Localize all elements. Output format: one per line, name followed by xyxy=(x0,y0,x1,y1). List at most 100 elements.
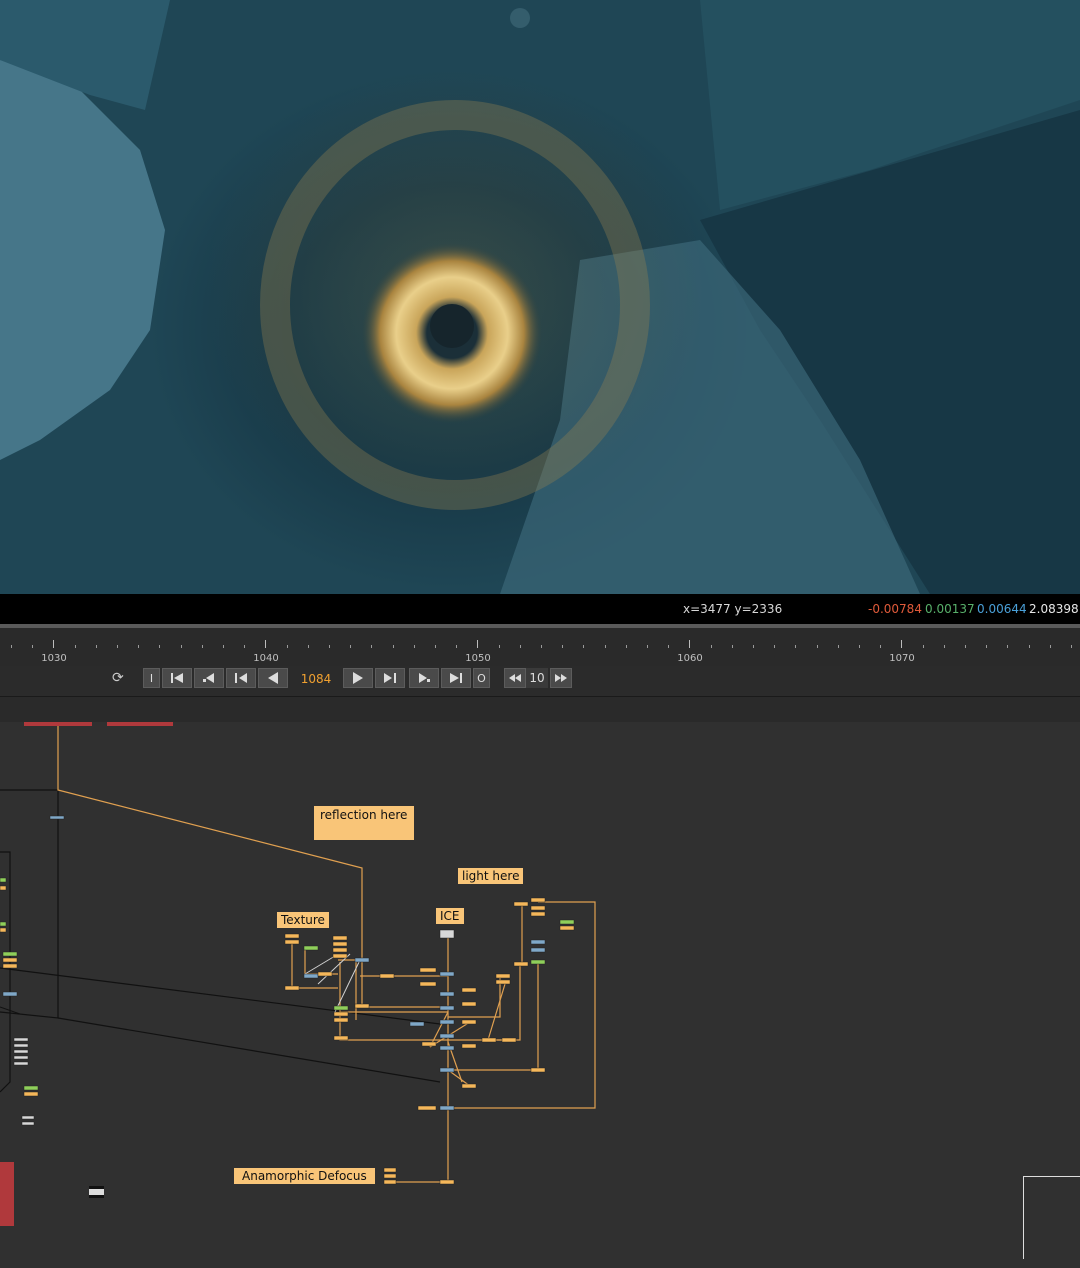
graph-node[interactable] xyxy=(13,1049,29,1054)
graph-node[interactable] xyxy=(13,1055,29,1060)
graph-node[interactable] xyxy=(439,1067,455,1073)
frame-increment-field[interactable]: 10 xyxy=(526,668,548,688)
graph-node[interactable] xyxy=(303,973,319,979)
play-forward-button[interactable] xyxy=(343,668,373,688)
graph-node[interactable] xyxy=(0,921,7,927)
backdrop-label-ice[interactable]: ICE xyxy=(436,908,464,924)
graph-node[interactable] xyxy=(332,947,348,953)
backdrop-label-anamorphic-defocus[interactable]: Anamorphic Defocus xyxy=(234,1168,375,1184)
graph-node[interactable] xyxy=(530,897,546,903)
graph-node[interactable] xyxy=(284,933,300,939)
graph-node[interactable] xyxy=(439,971,455,977)
viewer-node[interactable] xyxy=(89,1186,104,1198)
graph-node[interactable] xyxy=(495,979,511,985)
graph-node[interactable] xyxy=(0,927,7,933)
graph-node[interactable] xyxy=(559,925,575,931)
graph-node[interactable] xyxy=(461,987,477,993)
graph-node[interactable] xyxy=(332,941,348,947)
graph-node[interactable] xyxy=(419,981,437,987)
graph-node[interactable] xyxy=(530,911,546,917)
graph-node[interactable] xyxy=(13,1037,29,1042)
graph-node[interactable] xyxy=(332,953,348,959)
graph-node[interactable] xyxy=(530,959,546,965)
graph-node[interactable] xyxy=(439,1019,455,1025)
graph-node[interactable] xyxy=(333,1011,349,1017)
graph-node[interactable] xyxy=(0,877,7,883)
graph-node[interactable] xyxy=(461,1043,477,1049)
graph-node[interactable] xyxy=(513,901,529,907)
graph-node[interactable] xyxy=(333,1035,349,1041)
graph-node[interactable] xyxy=(461,1083,477,1089)
graph-node[interactable] xyxy=(439,1033,455,1039)
graph-node[interactable] xyxy=(284,985,300,991)
graph-node[interactable] xyxy=(439,1179,455,1185)
graph-node[interactable] xyxy=(13,1061,29,1066)
previous-frame-button[interactable] xyxy=(226,668,256,688)
backdrop-label-texture[interactable]: Texture xyxy=(277,912,329,928)
graph-node[interactable] xyxy=(530,947,546,953)
graph-node[interactable] xyxy=(2,991,18,997)
step-back-increment-button[interactable] xyxy=(504,668,526,688)
graph-node[interactable] xyxy=(439,1045,455,1051)
next-frame-button[interactable] xyxy=(375,668,405,688)
go-to-end-button[interactable] xyxy=(441,668,471,688)
graph-node[interactable] xyxy=(530,905,546,911)
graph-node[interactable] xyxy=(23,1085,39,1091)
graph-node[interactable] xyxy=(383,1179,397,1185)
graph-node[interactable] xyxy=(439,1005,455,1011)
graph-node[interactable] xyxy=(379,973,395,979)
graph-node[interactable] xyxy=(21,1121,35,1126)
graph-node[interactable] xyxy=(2,951,18,957)
step-forward-increment-button[interactable] xyxy=(550,668,572,688)
graph-node[interactable] xyxy=(461,1019,477,1025)
graph-node[interactable] xyxy=(49,815,65,820)
graph-node[interactable] xyxy=(481,1037,497,1043)
set-out-point-button[interactable]: O xyxy=(473,668,490,688)
graph-node[interactable] xyxy=(332,935,348,941)
graph-node[interactable] xyxy=(21,1115,35,1120)
graph-node[interactable] xyxy=(354,957,370,963)
graph-node[interactable] xyxy=(419,967,437,973)
graph-node[interactable] xyxy=(439,929,455,939)
set-in-point-button[interactable]: I xyxy=(143,668,160,688)
graph-node[interactable] xyxy=(13,1043,29,1048)
graph-node[interactable] xyxy=(530,1067,546,1073)
graph-node[interactable] xyxy=(461,1001,477,1007)
play-backward-button[interactable] xyxy=(258,668,288,688)
graph-node[interactable] xyxy=(501,1037,517,1043)
loop-mode-icon[interactable]: ⟳ xyxy=(112,670,124,686)
graph-node[interactable] xyxy=(530,939,546,945)
sticky-note-light[interactable]: light here xyxy=(458,868,524,884)
graph-node[interactable] xyxy=(513,961,529,967)
graph-node[interactable] xyxy=(2,963,18,969)
graph-node[interactable] xyxy=(383,1173,397,1179)
go-to-start-button[interactable] xyxy=(162,668,192,688)
graph-node[interactable] xyxy=(317,971,333,977)
node-graph[interactable]: reflection here light here Texture ICE A… xyxy=(0,722,1080,1268)
graph-node[interactable] xyxy=(439,991,455,997)
previous-keyframe-button[interactable] xyxy=(194,668,224,688)
graph-node[interactable] xyxy=(2,957,18,963)
current-frame-field[interactable]: 1084 xyxy=(292,668,340,690)
next-keyframe-button[interactable] xyxy=(409,668,439,688)
graph-node[interactable] xyxy=(383,1167,397,1173)
graph-node[interactable] xyxy=(23,1091,39,1097)
graph-node[interactable] xyxy=(284,939,300,945)
viewer-panel[interactable] xyxy=(0,0,1080,594)
graph-node[interactable] xyxy=(0,885,7,891)
graph-node[interactable] xyxy=(303,945,319,951)
graph-node[interactable] xyxy=(409,1021,425,1027)
graph-node[interactable] xyxy=(559,919,575,925)
graph-node[interactable] xyxy=(495,973,511,979)
graph-node[interactable] xyxy=(333,1017,349,1023)
graph-node[interactable] xyxy=(417,1105,437,1111)
write-node[interactable] xyxy=(0,1162,14,1226)
graph-node[interactable] xyxy=(354,1003,370,1009)
read-node[interactable] xyxy=(24,722,92,726)
sticky-note-reflection[interactable]: reflection here xyxy=(314,806,414,840)
graph-node[interactable] xyxy=(439,1105,455,1111)
navigator-frame[interactable] xyxy=(1023,1176,1080,1259)
timeline-ruler[interactable]: 1030 1040 1050 1060 1070 xyxy=(0,628,1080,666)
read-node[interactable] xyxy=(107,722,173,726)
graph-node[interactable] xyxy=(421,1041,437,1047)
